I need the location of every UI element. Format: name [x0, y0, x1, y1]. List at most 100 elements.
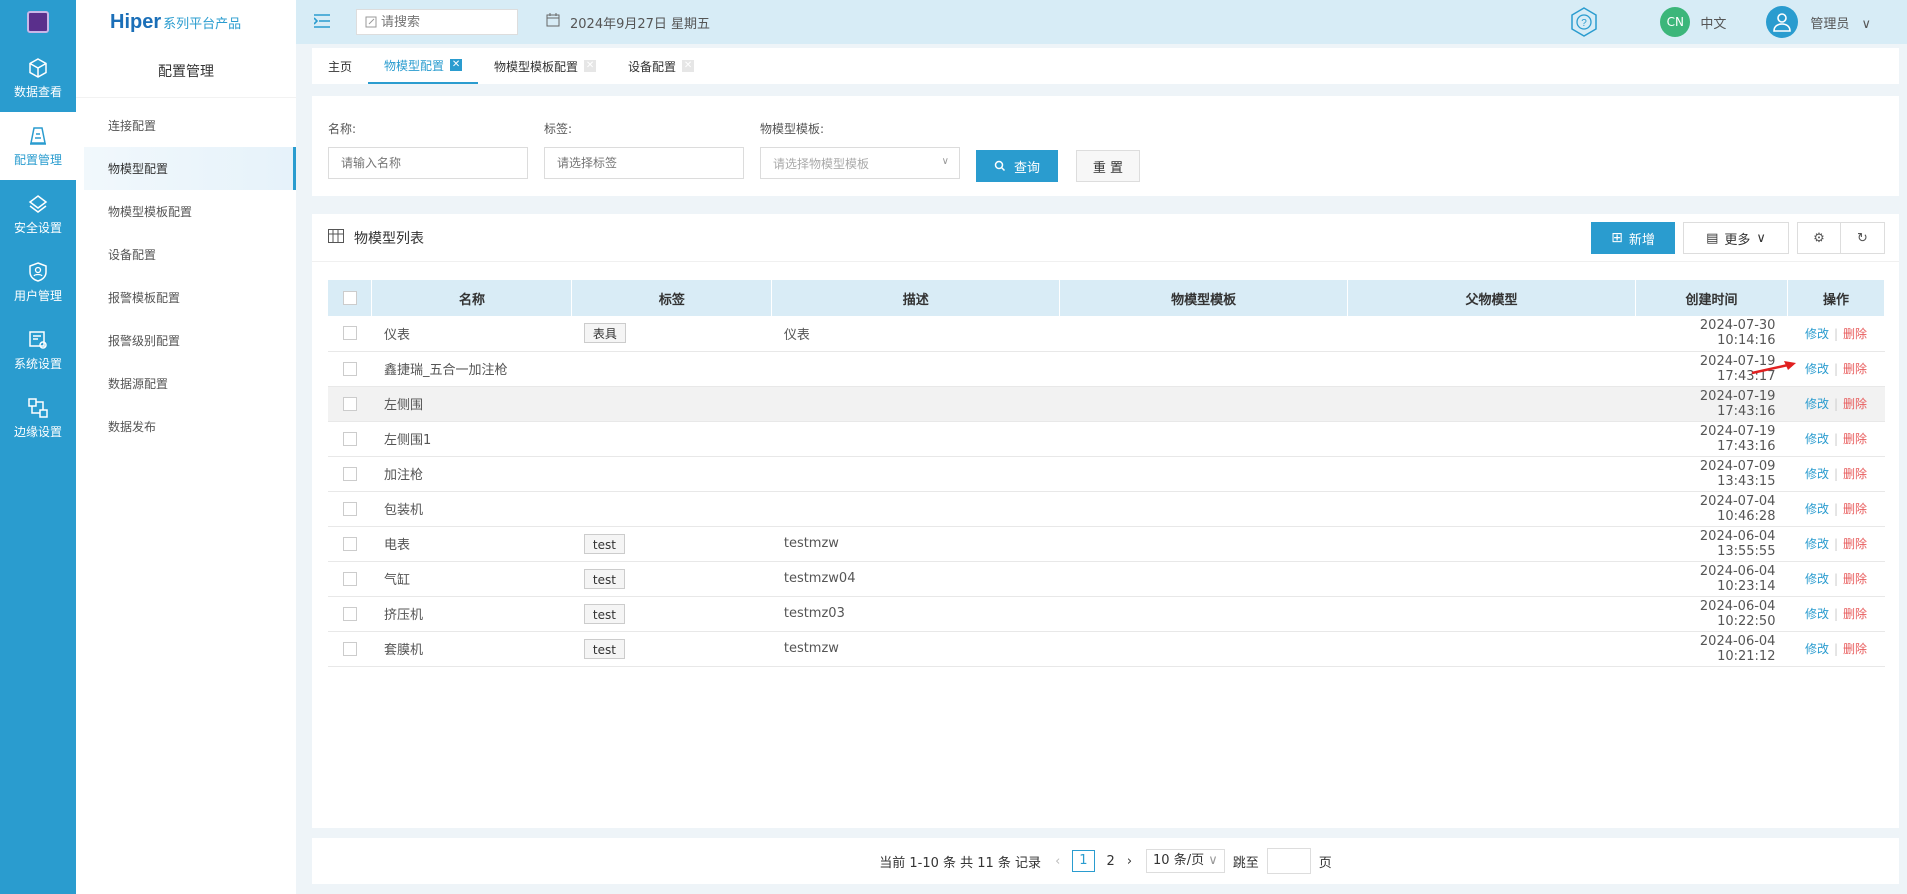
- edit-link[interactable]: 修改: [1805, 432, 1829, 446]
- row-checkbox[interactable]: [342, 571, 357, 586]
- table-row[interactable]: 仪表 表具 仪表 2024-07-30 10:14:16 修改 | 删除: [328, 316, 1885, 352]
- name-input[interactable]: [341, 156, 521, 170]
- query-button[interactable]: 查询: [976, 150, 1058, 182]
- add-icon: ⊞: [1611, 230, 1623, 246]
- delete-link[interactable]: 删除: [1843, 607, 1867, 621]
- submenu-item[interactable]: 数据发布: [76, 405, 296, 448]
- submenu-item[interactable]: 物模型配置: [84, 147, 296, 190]
- select-all-checkbox[interactable]: [342, 291, 357, 305]
- table-row[interactable]: 电表 test testmzw 2024-06-04 13:55:55 修改 | 删除: [328, 526, 1885, 562]
- user-menu[interactable]: 管理员 ∨: [1810, 13, 1871, 32]
- edit-link[interactable]: 修改: [1805, 502, 1829, 516]
- row-checkbox[interactable]: [342, 396, 357, 411]
- search-input[interactable]: [381, 14, 511, 30]
- edit-link[interactable]: 修改: [1805, 397, 1829, 411]
- close-icon[interactable]: ✕: [450, 59, 463, 71]
- edit-link[interactable]: 修改: [1805, 327, 1829, 341]
- cell-actions: 修改 | 删除: [1787, 351, 1885, 387]
- delete-link[interactable]: 删除: [1843, 502, 1867, 516]
- cell-actions: 修改 | 删除: [1787, 386, 1885, 422]
- page-2-button[interactable]: 2: [1107, 854, 1115, 869]
- table-row[interactable]: 左侧围 2024-07-19 17:43:16 修改 | 删除: [328, 386, 1885, 422]
- prev-page-button[interactable]: ‹: [1055, 854, 1060, 869]
- tab-label: 设备配置: [628, 59, 677, 74]
- rail-item-cube[interactable]: 数据查看: [0, 44, 76, 112]
- more-button[interactable]: ▤ 更多 ∨: [1683, 222, 1789, 254]
- table-row[interactable]: 挤压机 test testmz03 2024-06-04 10:22:50 修改 | 删除: [328, 596, 1885, 632]
- cell-actions: 修改 | 删除: [1787, 421, 1885, 457]
- user-avatar[interactable]: [1766, 6, 1799, 38]
- close-icon[interactable]: ✕: [682, 60, 695, 72]
- table-row[interactable]: 气缸 test testmzw04 2024-06-04 10:23:14 修改 | 删除: [328, 561, 1885, 597]
- jump-page-input[interactable]: [1266, 848, 1311, 874]
- icon-rail: 数据查看 配置管理 安全设置 用户管理 系统设置 边缘设置: [0, 0, 76, 894]
- model-list-panel: 物模型列表 ⊞ 新增 ▤ 更多 ∨ ⚙ ↻ 名称 标签 描述 物模型模板 父物模…: [312, 214, 1899, 828]
- close-icon[interactable]: ✕: [584, 60, 597, 72]
- table-row[interactable]: 包装机 2024-07-04 10:46:28 修改 | 删除: [328, 491, 1885, 527]
- edit-link[interactable]: 修改: [1805, 607, 1829, 621]
- row-checkbox[interactable]: [342, 501, 357, 516]
- settings-button[interactable]: ⚙: [1797, 222, 1841, 254]
- table-row[interactable]: 左侧围1 2024-07-19 17:43:16 修改 | 删除: [328, 421, 1885, 457]
- help-icon[interactable]: ?: [1568, 6, 1600, 38]
- global-search[interactable]: [356, 9, 518, 35]
- delete-link[interactable]: 删除: [1843, 467, 1867, 481]
- tag-select[interactable]: [557, 156, 737, 170]
- row-checkbox[interactable]: [342, 606, 357, 621]
- menu-collapse-icon[interactable]: [313, 12, 330, 33]
- refresh-button[interactable]: ↻: [1841, 222, 1885, 254]
- row-checkbox[interactable]: [342, 361, 357, 376]
- tag-badge: test: [583, 603, 625, 624]
- reset-button[interactable]: 重 置: [1076, 150, 1140, 182]
- language-badge[interactable]: CN: [1660, 7, 1691, 37]
- table-row[interactable]: 鑫捷瑞_五合一加注枪 2024-07-19 17:43:17 修改 | 删除: [328, 351, 1885, 387]
- row-checkbox[interactable]: [342, 431, 357, 446]
- rail-item-security[interactable]: 安全设置: [0, 180, 76, 248]
- template-select[interactable]: 请选择物模型模板 ∨: [760, 147, 960, 179]
- rail-item-edge[interactable]: 边缘设置: [0, 384, 76, 452]
- table-row[interactable]: 套膜机 test testmzw 2024-06-04 10:21:12 修改 | 删除: [328, 631, 1885, 667]
- delete-link[interactable]: 删除: [1843, 572, 1867, 586]
- submenu-item[interactable]: 设备配置: [76, 233, 296, 276]
- delete-link[interactable]: 删除: [1843, 327, 1867, 341]
- submenu-item[interactable]: 报警级别配置: [76, 319, 296, 362]
- row-select-cell: [328, 316, 372, 352]
- edit-link[interactable]: 修改: [1805, 642, 1829, 656]
- cell-template: [1059, 386, 1348, 422]
- submenu-item[interactable]: 数据源配置: [76, 362, 296, 405]
- delete-link[interactable]: 删除: [1843, 397, 1867, 411]
- tab-0[interactable]: 主页: [312, 48, 368, 84]
- edit-link[interactable]: 修改: [1805, 362, 1829, 376]
- cell-tag: [571, 351, 772, 387]
- cell-template: [1059, 596, 1348, 632]
- submenu-item[interactable]: 物模型模板配置: [76, 190, 296, 233]
- row-checkbox[interactable]: [342, 536, 357, 551]
- cell-time: 2024-07-04 10:46:28: [1635, 491, 1788, 527]
- delete-link[interactable]: 删除: [1843, 642, 1867, 656]
- next-page-button[interactable]: ›: [1127, 854, 1132, 869]
- rail-item-user-shield[interactable]: 用户管理: [0, 248, 76, 316]
- tab-1[interactable]: 物模型配置 ✕: [368, 48, 479, 84]
- page-1-button[interactable]: 1: [1072, 850, 1095, 872]
- tab-3[interactable]: 设备配置 ✕: [612, 48, 710, 84]
- row-checkbox[interactable]: [342, 641, 357, 656]
- edit-link[interactable]: 修改: [1805, 572, 1829, 586]
- edit-link[interactable]: 修改: [1805, 537, 1829, 551]
- submenu-item[interactable]: 连接配置: [76, 104, 296, 147]
- add-button[interactable]: ⊞ 新增: [1591, 222, 1675, 254]
- edit-link[interactable]: 修改: [1805, 467, 1829, 481]
- delete-link[interactable]: 删除: [1843, 362, 1867, 376]
- rail-item-system-settings[interactable]: 系统设置: [0, 316, 76, 384]
- table-row[interactable]: 加注枪 2024-07-09 13:43:15 修改 | 删除: [328, 456, 1885, 492]
- delete-link[interactable]: 删除: [1843, 432, 1867, 446]
- tab-2[interactable]: 物模型模板配置 ✕: [478, 48, 612, 84]
- page-size-select[interactable]: 10 条/页 ∨: [1146, 849, 1225, 873]
- row-checkbox[interactable]: [342, 326, 357, 341]
- submenu-item[interactable]: 报警模板配置: [76, 276, 296, 319]
- rail-item-config[interactable]: 配置管理: [0, 112, 76, 180]
- delete-link[interactable]: 删除: [1843, 537, 1867, 551]
- language-switch[interactable]: 中文: [1700, 13, 1726, 32]
- secondary-menu: Hiper 系列平台产品 配置管理 连接配置 物模型配置 物模型模板配置 设备配置 报警…: [76, 0, 296, 894]
- row-checkbox[interactable]: [342, 466, 357, 481]
- tag-badge: test: [583, 638, 625, 659]
